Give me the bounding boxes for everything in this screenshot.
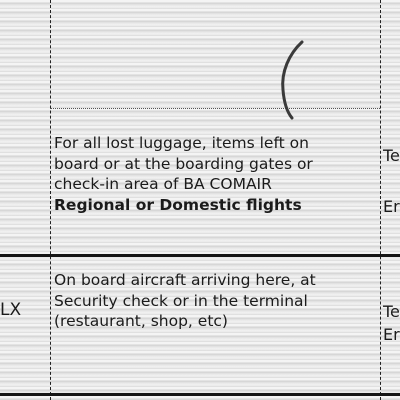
table-row-onboard-description: On board aircraft arriving here, at Secu…	[54, 270, 380, 332]
description-line: For all lost luggage, items left on	[54, 134, 309, 152]
right-column-fragment: Er	[383, 197, 400, 216]
scanned-document-page: For all lost luggage, items left on boar…	[0, 0, 400, 400]
table-column-divider-left	[50, 0, 51, 400]
description-line: board or at the boarding gates or	[54, 154, 313, 173]
description-line: On board aircraft arriving here, at	[54, 271, 316, 289]
description-line-bold: Regional or Domestic flights	[54, 195, 302, 214]
left-column-fragment: LX	[0, 300, 22, 320]
table-row-lost-luggage-description: For all lost luggage, items left on boar…	[54, 133, 380, 215]
table-column-divider-right	[380, 0, 381, 400]
description-line: (restaurant, shop, etc)	[54, 312, 228, 330]
handwritten-pen-mark	[281, 40, 304, 120]
table-row-divider-bottom	[0, 393, 400, 396]
right-column-fragment: Te	[383, 302, 400, 321]
description-line: check-in area of BA COMAIR	[54, 175, 272, 193]
description-line: Security check or in the terminal	[54, 291, 308, 310]
table-cell-divider-dotted	[50, 108, 380, 109]
table-row-divider	[0, 254, 400, 257]
right-column-fragment: Te	[383, 146, 400, 165]
right-column-fragment: Er	[383, 325, 400, 344]
